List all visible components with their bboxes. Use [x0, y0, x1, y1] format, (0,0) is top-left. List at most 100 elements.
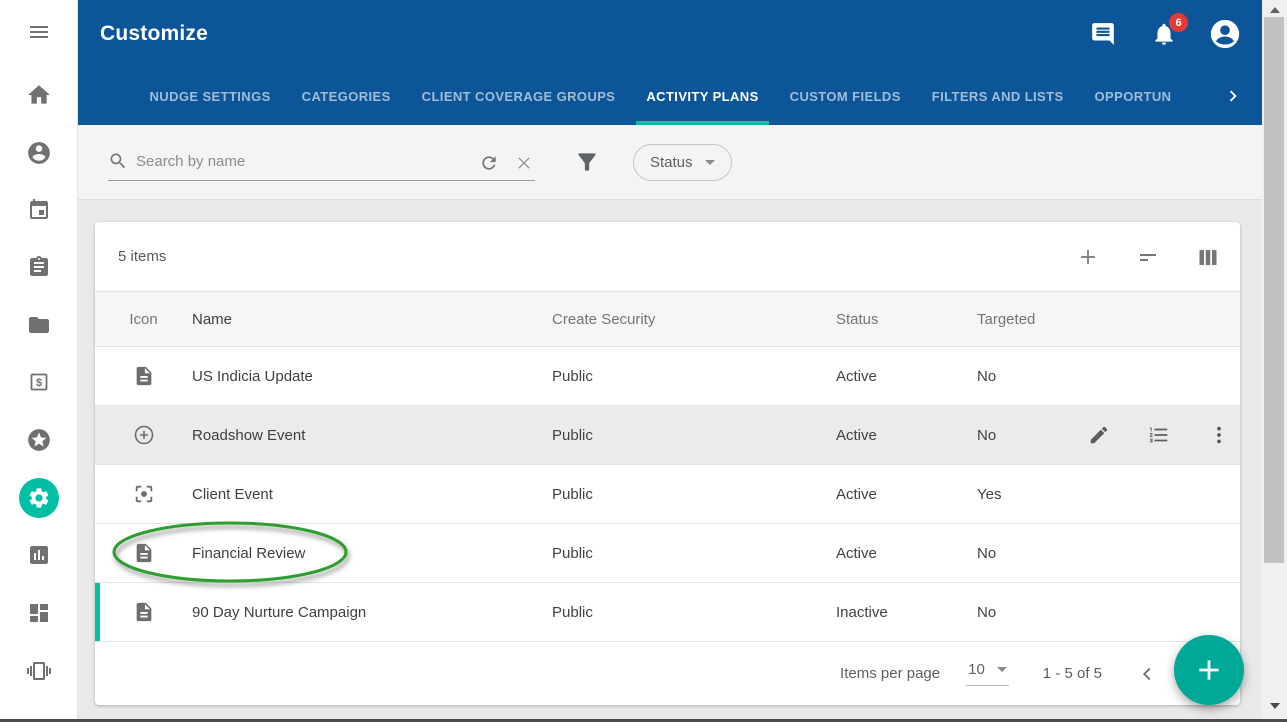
cell-name: 90 Day Nurture Campaign [192, 604, 552, 621]
tasks-icon[interactable] [15, 243, 63, 291]
circle-plus-icon [95, 423, 192, 447]
cell-create-security: Public [552, 545, 836, 562]
col-create-security: Create Security [552, 311, 836, 328]
status-filter-label: Status [650, 154, 693, 171]
cell-name: Roadshow Event [192, 427, 552, 444]
activity-plans-card: 5 items Icon Nam [95, 222, 1240, 705]
cell-status: Active [836, 368, 977, 385]
sort-icon[interactable] [1136, 245, 1160, 269]
cell-name: Financial Review [192, 545, 552, 562]
cell-targeted: No [977, 427, 1087, 444]
previous-page-icon[interactable] [1134, 661, 1160, 687]
favorites-icon[interactable] [15, 416, 63, 464]
col-name: Name [192, 311, 552, 328]
table-header: Icon Name Create Security Status Targete… [95, 291, 1240, 347]
notification-badge: 6 [1169, 13, 1188, 32]
cell-name: Client Event [192, 486, 552, 503]
page-range: 1 - 5 of 5 [1043, 665, 1102, 682]
tab-categories[interactable]: CATEGORIES [292, 68, 401, 125]
more-options-icon[interactable] [1207, 423, 1231, 447]
reports-icon[interactable] [15, 531, 63, 579]
tab-activity-plans[interactable]: ACTIVITY PLANS [636, 68, 768, 125]
tabs-scroll-right-icon[interactable] [1218, 82, 1248, 112]
cell-targeted: Yes [977, 486, 1087, 503]
cell-targeted: No [977, 604, 1087, 621]
columns-icon[interactable] [1196, 245, 1220, 269]
search-icon [108, 151, 128, 176]
folder-icon[interactable] [15, 301, 63, 349]
col-status: Status [836, 311, 977, 328]
billing-icon[interactable]: $ [15, 358, 63, 406]
account-icon[interactable] [1205, 14, 1245, 54]
cell-status: Active [836, 545, 977, 562]
screen: $ Customize [0, 0, 1287, 722]
tab-opportunities[interactable]: OPPORTUN [1085, 68, 1182, 125]
scrollbar-thumb[interactable] [1264, 17, 1284, 563]
document-icon [95, 365, 192, 387]
numbered-list-icon[interactable] [1147, 423, 1171, 447]
caret-down-icon [705, 160, 715, 165]
col-targeted: Targeted [977, 311, 1087, 328]
row-financial-review[interactable]: Financial Review Public Active No [95, 524, 1240, 583]
tab-filters-and-lists[interactable]: FILTERS AND LISTS [922, 68, 1074, 125]
center-focus-icon [95, 483, 192, 505]
cell-create-security: Public [552, 368, 836, 385]
settings-active-circle [19, 478, 59, 518]
header-actions: 6 [1083, 14, 1245, 54]
scroll-up-icon[interactable] [1262, 3, 1287, 17]
search-underline [108, 180, 535, 181]
sidebar: $ [0, 0, 78, 722]
notifications-icon[interactable]: 6 [1144, 14, 1184, 54]
cell-status: Inactive [836, 604, 977, 621]
row-client-event[interactable]: Client Event Public Active Yes [95, 465, 1240, 524]
cell-targeted: No [977, 545, 1087, 562]
chat-icon[interactable] [1083, 14, 1123, 54]
status-filter-chip[interactable]: Status [633, 144, 732, 181]
cell-targeted: No [977, 368, 1087, 385]
page-size-select[interactable]: 10 [966, 661, 1009, 686]
filter-icon[interactable] [572, 148, 602, 178]
tab-custom-fields[interactable]: CUSTOM FIELDS [780, 68, 911, 125]
add-icon[interactable] [1076, 245, 1100, 269]
tab-client-coverage-groups[interactable]: CLIENT COVERAGE GROUPS [412, 68, 626, 125]
col-icon: Icon [95, 311, 192, 328]
home-icon[interactable] [15, 71, 63, 119]
dashboard-icon[interactable] [15, 589, 63, 637]
tab-bar: NUDGE SETTINGS CATEGORIES CLIENT COVERAG… [78, 68, 1262, 125]
settings-icon[interactable] [15, 474, 63, 522]
pagination-bar: Items per page 10 1 - 5 of 5 [95, 642, 1240, 705]
items-count: 5 items [118, 248, 166, 265]
page-title: Customize [100, 22, 208, 46]
cell-status: Active [836, 427, 977, 444]
person-icon[interactable] [15, 129, 63, 177]
cell-create-security: Public [552, 604, 836, 621]
document-icon [95, 542, 192, 564]
cell-create-security: Public [552, 427, 836, 444]
cell-create-security: Public [552, 486, 836, 503]
clear-search-icon[interactable] [511, 150, 537, 176]
row-accent-bar [95, 583, 100, 641]
cell-status: Active [836, 486, 977, 503]
row-us-indicia-update[interactable]: US Indicia Update Public Active No [95, 347, 1240, 406]
caret-down-icon [997, 667, 1007, 672]
mobile-icon[interactable] [15, 647, 63, 695]
items-per-page-label: Items per page [840, 665, 940, 682]
tab-nudge-settings[interactable]: NUDGE SETTINGS [140, 68, 281, 125]
edit-icon[interactable] [1087, 423, 1111, 447]
page-size-value: 10 [968, 661, 985, 678]
scroll-down-icon[interactable] [1262, 699, 1287, 713]
filter-bar: Status [78, 125, 1262, 200]
menu-icon[interactable] [15, 8, 63, 56]
main-area: Customize 6 NUDGE SETTINGS CATEGORI [78, 0, 1262, 722]
document-icon [95, 601, 192, 623]
card-toolbar: 5 items [95, 222, 1240, 291]
row-roadshow-event[interactable]: Roadshow Event Public Active No [95, 406, 1240, 465]
add-activity-plan-fab[interactable] [1174, 635, 1244, 705]
content-area: 5 items Icon Nam [78, 200, 1262, 722]
scrollbar-track[interactable] [1262, 0, 1287, 722]
row-90-day-nurture-campaign[interactable]: 90 Day Nurture Campaign Public Inactive … [95, 583, 1240, 642]
calendar-icon[interactable] [15, 186, 63, 234]
svg-text:$: $ [35, 377, 41, 389]
search-input[interactable] [136, 146, 466, 176]
refresh-icon[interactable] [476, 150, 502, 176]
